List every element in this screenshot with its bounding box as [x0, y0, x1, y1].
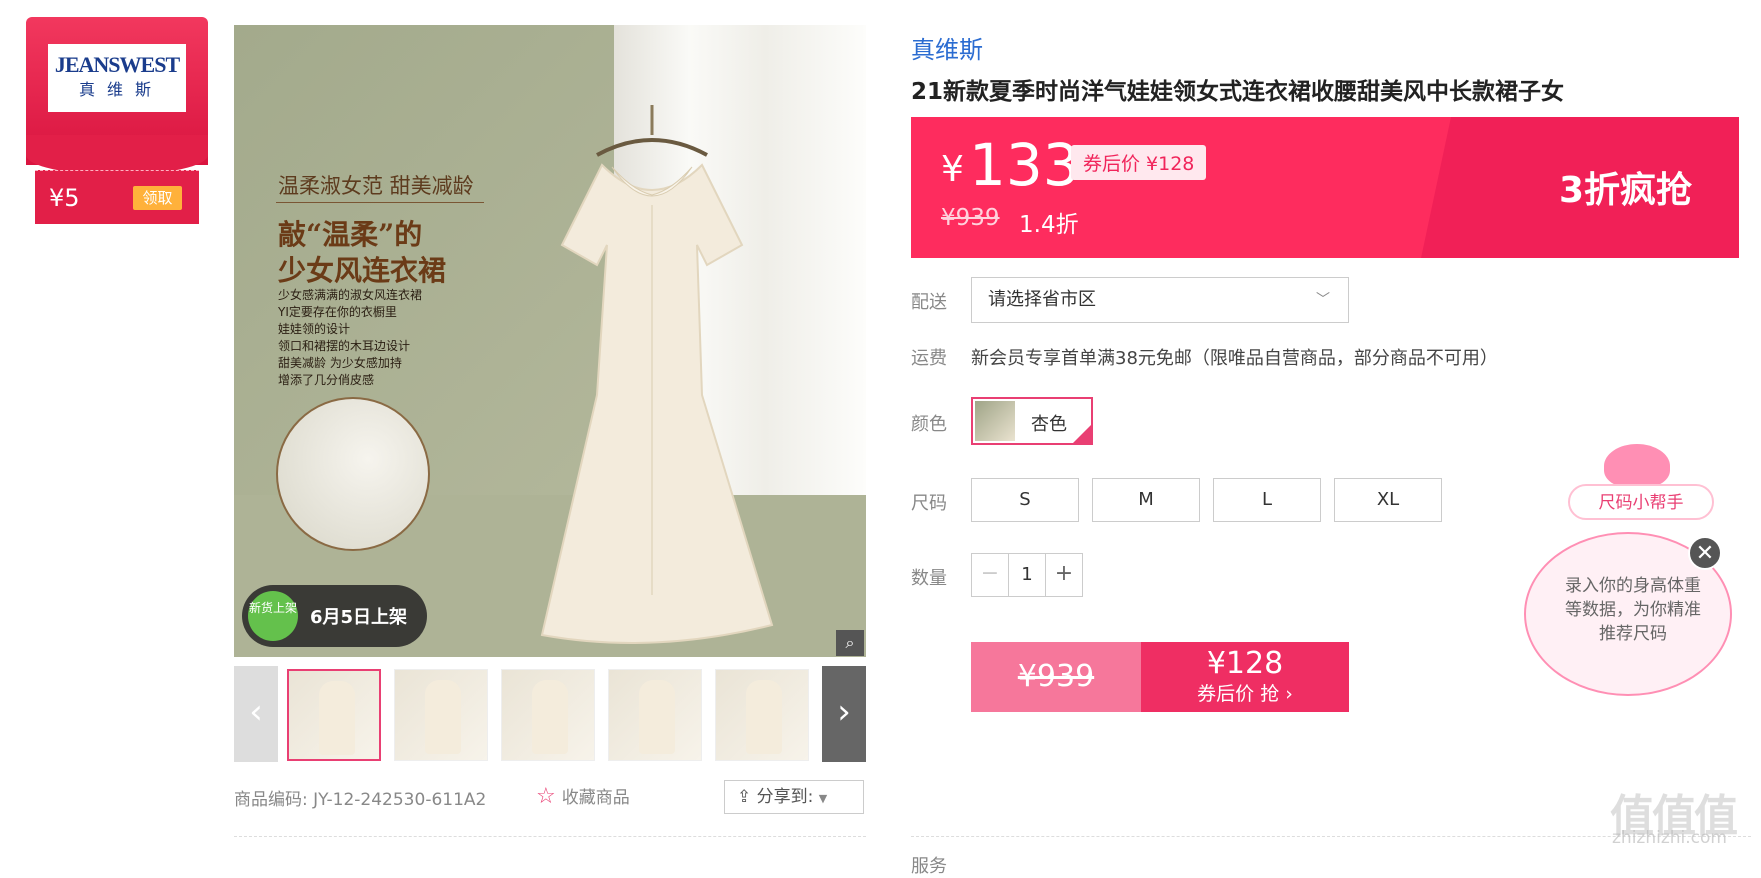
delivery-region-select[interactable]: 请选择省市区 ﹀ [971, 277, 1349, 323]
image-bullets: 少女感满满的淑女风连衣裙 YI定要存在你的衣橱里 娃娃领的设计 领口和裙摆的木耳… [278, 287, 422, 389]
size-option-s[interactable]: S [971, 478, 1079, 522]
quantity-input[interactable]: 1 [1008, 554, 1046, 596]
product-code-value: JY-12-242530-611A2 [313, 790, 487, 810]
image-inset-circle [276, 397, 430, 551]
quantity-stepper: − 1 + [971, 553, 1083, 597]
promo-label: 3折疯抢 [1559, 170, 1693, 211]
buy-original-price-text: ¥939 [1017, 659, 1095, 694]
quantity-label: 数量 [911, 568, 947, 589]
shop-coupon[interactable]: JEANSWEST 真 维 斯 ¥5 领取 [26, 17, 208, 224]
divider [234, 836, 866, 837]
thumbnail-image [425, 680, 461, 754]
service-label: 服务 [911, 856, 947, 877]
size-option-m[interactable]: M [1092, 478, 1200, 522]
share-dropdown[interactable]: ⇪ 分享到: ▼ [724, 780, 864, 814]
image-bullet: 甜美减龄 为少女感加持 [278, 356, 402, 370]
shipping-label: 运费 [911, 348, 947, 369]
image-headline-line2: 少女风连衣裙 [278, 254, 447, 287]
delivery-placeholder: 请选择省市区 [988, 289, 1096, 310]
close-icon[interactable]: ✕ [1688, 536, 1722, 570]
image-bullet: 娃娃领的设计 [278, 322, 351, 336]
image-bullet: 增添了几分俏皮感 [278, 373, 375, 387]
image-headline-rule [276, 202, 484, 203]
size-helper-text: 录入你的身高体重等数据，为你精准推荐尺码 [1565, 576, 1701, 644]
thumbnail-strip: ‹ › [234, 666, 866, 766]
color-name: 杏色 [1031, 414, 1067, 435]
brand-link[interactable]: 真维斯 [911, 30, 983, 65]
size-option-l[interactable]: L [1213, 478, 1321, 522]
thumbnail-image [639, 680, 675, 754]
color-swatch [975, 401, 1015, 441]
buy-price: ¥128 [1206, 646, 1284, 681]
quantity-increase-button[interactable]: + [1045, 554, 1082, 596]
buy-original-price: ¥939 [971, 642, 1141, 712]
watermark-site: zhizhizhi.com [1612, 828, 1727, 848]
mascot-icon [1604, 444, 1670, 488]
thumb-prev-button[interactable]: ‹ [234, 666, 278, 762]
image-bullet: 少女感满满的淑女风连衣裙 [278, 288, 423, 302]
price-panel: ¥ 133 券后价 ¥128 ¥939 1.4折 3折疯抢 [911, 117, 1739, 258]
size-label: 尺码 [911, 493, 947, 514]
quantity-decrease-button[interactable]: − [972, 554, 1009, 596]
selected-check-icon [1073, 425, 1091, 443]
chevron-down-icon: ﹀ [1316, 292, 1330, 308]
zoom-icon[interactable]: ⌕ [836, 630, 864, 656]
thumbnail[interactable] [287, 669, 381, 761]
image-headline-small: 温柔淑女范 甜美减龄 [278, 174, 474, 198]
coupon-arc [26, 135, 208, 175]
thumbnail[interactable] [608, 669, 702, 761]
color-label: 颜色 [911, 414, 947, 435]
dress-illustration [540, 105, 774, 644]
product-title: 21新款夏季时尚洋气娃娃领女式连衣裙收腰甜美风中长款裙子女 [911, 79, 1565, 105]
discount-rate: 1.4折 [1019, 212, 1079, 238]
share-icon: ⇪ [737, 787, 757, 807]
image-headline-line1: 敲“温柔”的 [278, 218, 423, 251]
caret-down-icon: ▼ [818, 792, 828, 805]
buy-cta: 券后价 抢 › [1197, 683, 1293, 705]
brand-logo: JEANSWEST 真 维 斯 [48, 44, 186, 112]
star-icon: ☆ [536, 784, 556, 809]
brand-logo-sub: 真 维 斯 [78, 82, 155, 99]
coupon-bottom: ¥5 领取 [35, 170, 199, 224]
buy-button[interactable]: ¥939 ¥128 券后价 抢 › [971, 642, 1349, 712]
shipping-info: 新会员专享首单满38元免邮（限唯品自营商品，部分商品不可用） [971, 348, 1498, 369]
price-currency: ¥ [941, 149, 964, 190]
buy-coupon-price: ¥128 券后价 抢 › [1141, 642, 1349, 712]
after-coupon-price: 券后价 ¥128 [1071, 145, 1207, 180]
current-price: 133 [969, 131, 1080, 199]
image-bullet: 领口和裙摆的木耳边设计 [278, 339, 411, 353]
product-code: 商品编码: JY-12-242530-611A2 [234, 785, 486, 810]
claim-coupon-button[interactable]: 领取 [133, 186, 182, 210]
new-arrival-badge: 新货上架 [248, 591, 298, 641]
thumb-next-button[interactable]: › [822, 666, 866, 762]
size-helper-tag[interactable]: 尺码小帮手 [1568, 484, 1714, 520]
release-date-pill: 新货上架 6月5日上架 [242, 585, 427, 647]
thumbnail[interactable] [394, 669, 488, 761]
thumbnail[interactable] [715, 669, 809, 761]
favorite-label: 收藏商品 [561, 788, 630, 808]
share-label: 分享到: [756, 787, 814, 807]
size-option-xl[interactable]: XL [1334, 478, 1442, 522]
delivery-label: 配送 [911, 292, 947, 313]
product-code-label: 商品编码: [234, 790, 308, 810]
main-product-image[interactable]: 温柔淑女范 甜美减龄 敲“温柔”的 少女风连衣裙 少女感满满的淑女风连衣裙 YI… [234, 25, 866, 657]
size-helper-widget[interactable]: 尺码小帮手 录入你的身高体重等数据，为你精准推荐尺码 ✕ [1520, 440, 1740, 710]
color-option[interactable]: 杏色 [971, 397, 1093, 445]
thumbnail-image [746, 680, 782, 754]
release-date-text: 6月5日上架 [310, 607, 408, 628]
image-headline: 敲“温柔”的 少女风连衣裙 [278, 217, 446, 289]
brand-logo-text: JEANSWEST [54, 52, 180, 77]
favorite-button[interactable]: ☆ 收藏商品 [536, 783, 630, 809]
thumbnail-image [319, 681, 355, 755]
thumbnail[interactable] [501, 669, 595, 761]
image-bullet: YI定要存在你的衣橱里 [278, 305, 397, 319]
original-price: ¥939 [941, 205, 1000, 231]
coupon-amount: ¥5 [49, 184, 80, 212]
thumbnail-image [532, 680, 568, 754]
